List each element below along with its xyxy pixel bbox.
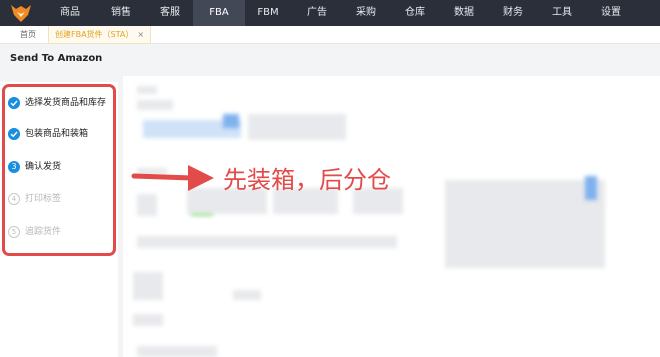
step-label: 包装商品和装箱 xyxy=(25,129,89,139)
blurred-content xyxy=(248,114,346,140)
check-circle-icon xyxy=(8,128,20,140)
step-label: 打印标签 xyxy=(25,194,62,204)
step-number: 4 xyxy=(8,193,20,205)
blurred-content xyxy=(585,176,597,200)
top-nav: 商品 销售 客服 FBA FBM 广告 采购 仓库 数据 财务 工具 设置 xyxy=(0,0,660,26)
logo-icon[interactable] xyxy=(10,3,32,23)
blurred-content xyxy=(223,114,239,128)
nav-item-fba[interactable]: FBA xyxy=(193,0,245,26)
nav-item-ads[interactable]: 广告 xyxy=(291,0,343,26)
step-label: 追踪货件 xyxy=(25,227,62,237)
step-number: 5 xyxy=(8,226,20,238)
blurred-content xyxy=(233,290,261,300)
blurred-content xyxy=(137,346,217,357)
blurred-content xyxy=(137,236,397,248)
nav-item-settings[interactable]: 设置 xyxy=(585,0,637,26)
page-title: Send To Amazon xyxy=(10,53,103,64)
nav-item-tools[interactable]: 工具 xyxy=(536,0,588,26)
close-icon[interactable]: × xyxy=(137,30,144,39)
blurred-content xyxy=(445,180,605,268)
nav-item-finance[interactable]: 财务 xyxy=(487,0,539,26)
annotation-text: 先装箱，后分仓 xyxy=(223,166,391,194)
step-label: 确认发货 xyxy=(25,162,62,172)
tab-bar: 首页 创建FBA货件（STA） × xyxy=(0,26,660,44)
tab-create-fba-shipment[interactable]: 创建FBA货件（STA） × xyxy=(48,26,152,44)
nav-item-sales[interactable]: 销售 xyxy=(95,0,147,26)
nav-item-purchase[interactable]: 采购 xyxy=(340,0,392,26)
tab-home[interactable]: 首页 xyxy=(20,26,36,44)
step-number: 3 xyxy=(8,161,20,173)
nav-item-service[interactable]: 客服 xyxy=(144,0,196,26)
nav-item-fbm[interactable]: FBM xyxy=(242,0,294,26)
check-circle-icon xyxy=(8,97,20,109)
nav-item-warehouse[interactable]: 仓库 xyxy=(389,0,441,26)
blurred-content xyxy=(137,86,157,94)
nav-item-products[interactable]: 商品 xyxy=(44,0,96,26)
blurred-content xyxy=(133,272,163,300)
main-panel xyxy=(123,76,660,357)
step-sidebar: 选择发货商品和库存 包装商品和装箱 3 确认发货 4 打印标签 5 追踪货件 xyxy=(0,82,118,357)
tab-label: 创建FBA货件（STA） xyxy=(55,30,134,39)
blurred-content xyxy=(133,314,163,326)
step-label: 选择发货商品和库存 xyxy=(25,98,107,108)
arrow-icon xyxy=(131,165,214,191)
blurred-content xyxy=(137,194,157,216)
blurred-content xyxy=(137,100,173,110)
nav-item-data[interactable]: 数据 xyxy=(438,0,490,26)
